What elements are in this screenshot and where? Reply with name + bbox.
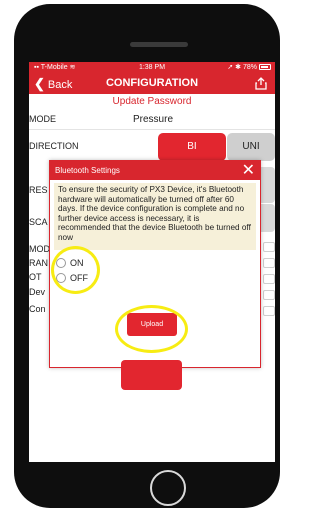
status-right: ➚ ✱ 78% (227, 64, 257, 71)
close-icon[interactable]: ✕ (242, 161, 255, 180)
dialog-header: Bluetooth Settings ✕ (50, 161, 260, 180)
speaker-grille (130, 42, 188, 47)
mode-value: Pressure (133, 114, 174, 125)
bottom-action-button[interactable] (121, 360, 182, 390)
home-button[interactable] (150, 470, 186, 506)
update-password-link[interactable]: Update Password (29, 95, 275, 109)
status-bar: ▪▪ T-Mobile ≋ 1:38 PM ➚ ✱ 78% (29, 62, 275, 73)
mode-label: MODE (29, 114, 56, 124)
device-field[interactable] (263, 290, 275, 300)
ot-label: OT (29, 272, 42, 282)
range-field[interactable] (263, 258, 275, 268)
app-screen: ▪▪ T-Mobile ≋ 1:38 PM ➚ ✱ 78% ❮ Back CONF… (29, 62, 275, 462)
direction-label: DIRECTION (29, 141, 79, 151)
mod-label: MOD (29, 244, 50, 254)
mod-field[interactable] (263, 242, 275, 252)
config-label: Con (29, 304, 46, 314)
page-title: CONFIGURATION (105, 77, 199, 89)
range-label: RAN (29, 258, 49, 268)
config-field[interactable] (263, 306, 275, 316)
share-icon[interactable] (255, 77, 267, 90)
radio-highlight-ring (51, 246, 100, 294)
upload-highlight-ring (115, 305, 188, 353)
device-label: Dev (29, 287, 46, 297)
nav-bar: ❮ Back CONFIGURATION (29, 73, 275, 94)
dialog-title: Bluetooth Settings (55, 166, 120, 175)
mode-row[interactable]: MODE Pressure (29, 109, 275, 130)
scale-label: SCA (29, 217, 48, 227)
dialog-message: To ensure the security of PX3 Device, it… (54, 183, 256, 250)
res-label: RES (29, 185, 48, 195)
ot-field[interactable] (263, 274, 275, 284)
direction-uni-button[interactable]: UNI (227, 133, 275, 161)
direction-bi-button[interactable]: BI (158, 133, 226, 161)
battery-icon (259, 64, 271, 70)
